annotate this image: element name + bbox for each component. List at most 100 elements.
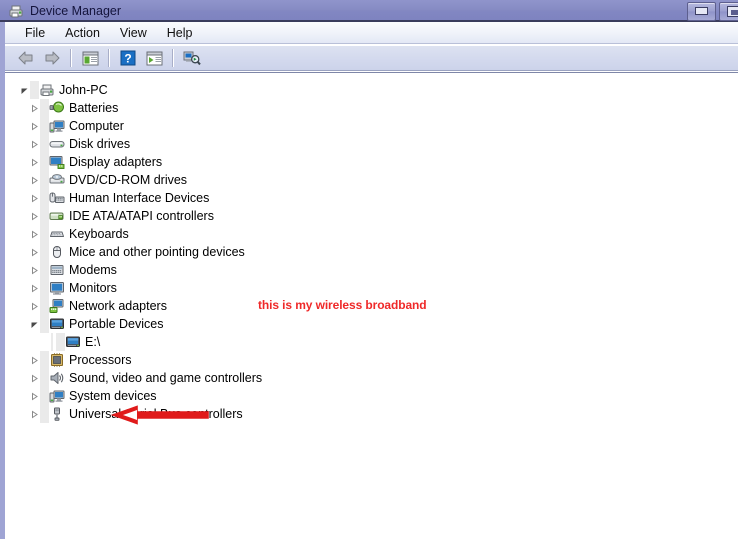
menu-action[interactable]: Action (55, 23, 110, 43)
minimize-icon (695, 7, 708, 15)
collapse-triangle-icon[interactable] (29, 315, 40, 333)
processor-icon (49, 352, 65, 368)
expand-triangle-icon[interactable] (29, 297, 40, 315)
expand-triangle-icon[interactable] (29, 117, 40, 135)
tree-connector (40, 387, 49, 405)
ide-controller-icon (49, 208, 65, 224)
expand-triangle-icon[interactable] (29, 369, 40, 387)
expand-triangle-icon[interactable] (29, 99, 40, 117)
tree-node-label: Mice and other pointing devices (69, 245, 245, 259)
battery-icon (49, 100, 65, 116)
disk-drive-icon (49, 136, 65, 152)
mouse-icon (49, 244, 65, 260)
expand-triangle-icon[interactable] (29, 189, 40, 207)
properties-button[interactable] (141, 46, 167, 70)
tree-node-label: Monitors (69, 281, 117, 295)
tree-connector (40, 171, 49, 189)
tree-connector (40, 351, 49, 369)
sound-controller-icon (49, 370, 65, 386)
expand-triangle-icon[interactable] (29, 261, 40, 279)
expand-triangle-icon[interactable] (29, 171, 40, 189)
maximize-button[interactable] (719, 2, 738, 21)
collapse-triangle-icon[interactable] (19, 81, 30, 99)
monitor-icon (49, 280, 65, 296)
display-adapter-icon (49, 154, 65, 170)
title-bar-left: Device Manager (8, 2, 121, 20)
tree-node-dvd-cdrom-drives[interactable]: DVD/CD-ROM drives (5, 171, 738, 189)
tree-node-label: Batteries (69, 101, 119, 115)
tree-node-modems[interactable]: Modems (5, 261, 738, 279)
window-controls (687, 2, 738, 21)
tree-node-sound-video-and-game-controllers[interactable]: Sound, video and game controllers (5, 369, 738, 387)
forward-button[interactable] (39, 46, 65, 70)
tree-node-batteries[interactable]: Batteries (5, 99, 738, 117)
tree-node-disk-drives[interactable]: Disk drives (5, 135, 738, 153)
expand-triangle-icon[interactable] (29, 153, 40, 171)
usb-controller-icon (49, 406, 65, 422)
tree-connector (40, 243, 49, 261)
tree-node-display-adapters[interactable]: Display adapters (5, 153, 738, 171)
expand-triangle-icon[interactable] (29, 279, 40, 297)
toolbar-separator (172, 49, 174, 67)
network-adapter-icon (49, 298, 65, 314)
device-manager-window: Device Manager File Action View Help ? J… (0, 0, 738, 539)
show-hide-console-tree-button[interactable] (77, 46, 103, 70)
menu-file[interactable]: File (15, 23, 55, 43)
tree-node-label: DVD/CD-ROM drives (69, 173, 188, 187)
svg-text:?: ? (124, 52, 131, 66)
expand-triangle-icon[interactable] (29, 351, 40, 369)
tree-node-label: Portable Devices (69, 317, 164, 331)
back-button[interactable] (13, 46, 39, 70)
expand-triangle-icon[interactable] (29, 225, 40, 243)
console-tree-icon (82, 51, 98, 65)
menu-help[interactable]: Help (157, 23, 203, 43)
modem-icon (49, 262, 65, 278)
tree-node-label: Disk drives (69, 137, 131, 151)
scan-hardware-changes-button[interactable] (179, 46, 205, 70)
tree-node-processors[interactable]: Processors (5, 351, 738, 369)
tree-node-human-interface-devices[interactable]: Human Interface Devices (5, 189, 738, 207)
tree-node-root[interactable]: John-PC (5, 81, 738, 99)
tree-connector (40, 189, 49, 207)
forward-arrow-icon (45, 51, 60, 65)
system-device-icon (49, 388, 65, 404)
tree-connector (40, 405, 49, 423)
minimize-button[interactable] (687, 2, 716, 21)
tree-node-mice-and-other-pointing-devices[interactable]: Mice and other pointing devices (5, 243, 738, 261)
portable-device-icon (65, 334, 81, 350)
help-button[interactable]: ? (115, 46, 141, 70)
tree-node-portable-devices[interactable]: Portable Devices (5, 315, 738, 333)
tree-connector (40, 207, 49, 225)
tree-node-e-drive[interactable]: E:\ (5, 333, 738, 351)
computer-tower-icon (39, 82, 55, 98)
tree-connector (56, 333, 65, 351)
tree-node-keyboards[interactable]: Keyboards (5, 225, 738, 243)
title-bar[interactable]: Device Manager (0, 0, 738, 22)
tree-node-monitors[interactable]: Monitors (5, 279, 738, 297)
tree-connector (40, 135, 49, 153)
tree-node-label: Computer (69, 119, 124, 133)
expand-triangle-icon[interactable] (29, 387, 40, 405)
tree-connector (40, 297, 49, 315)
tree-connector (40, 225, 49, 243)
properties-icon (146, 51, 162, 65)
tree-connector (40, 99, 49, 117)
tree-node-label: Network adapters (69, 299, 167, 313)
expand-triangle-icon[interactable] (29, 207, 40, 225)
tree-node-label: Sound, video and game controllers (69, 371, 263, 385)
expand-triangle-icon[interactable] (29, 405, 40, 423)
toolbar-separator (70, 49, 72, 67)
expand-triangle-icon[interactable] (29, 135, 40, 153)
tree-node-label: Keyboards (69, 227, 129, 241)
tree-node-ide-ata-atapi-controllers[interactable]: IDE ATA/ATAPI controllers (5, 207, 738, 225)
tree-node-system-devices[interactable]: System devices (5, 387, 738, 405)
tree-connector (40, 279, 49, 297)
expand-triangle-icon[interactable] (29, 243, 40, 261)
annotation-text: this is my wireless broadband (258, 298, 427, 312)
tree-node-computer[interactable]: Computer (5, 117, 738, 135)
toolbar: ? (5, 45, 738, 71)
tree-node-label: John-PC (59, 83, 108, 97)
menu-view[interactable]: View (110, 23, 157, 43)
tree-node-label: Processors (69, 353, 132, 367)
tree-node-label: Display adapters (69, 155, 163, 169)
